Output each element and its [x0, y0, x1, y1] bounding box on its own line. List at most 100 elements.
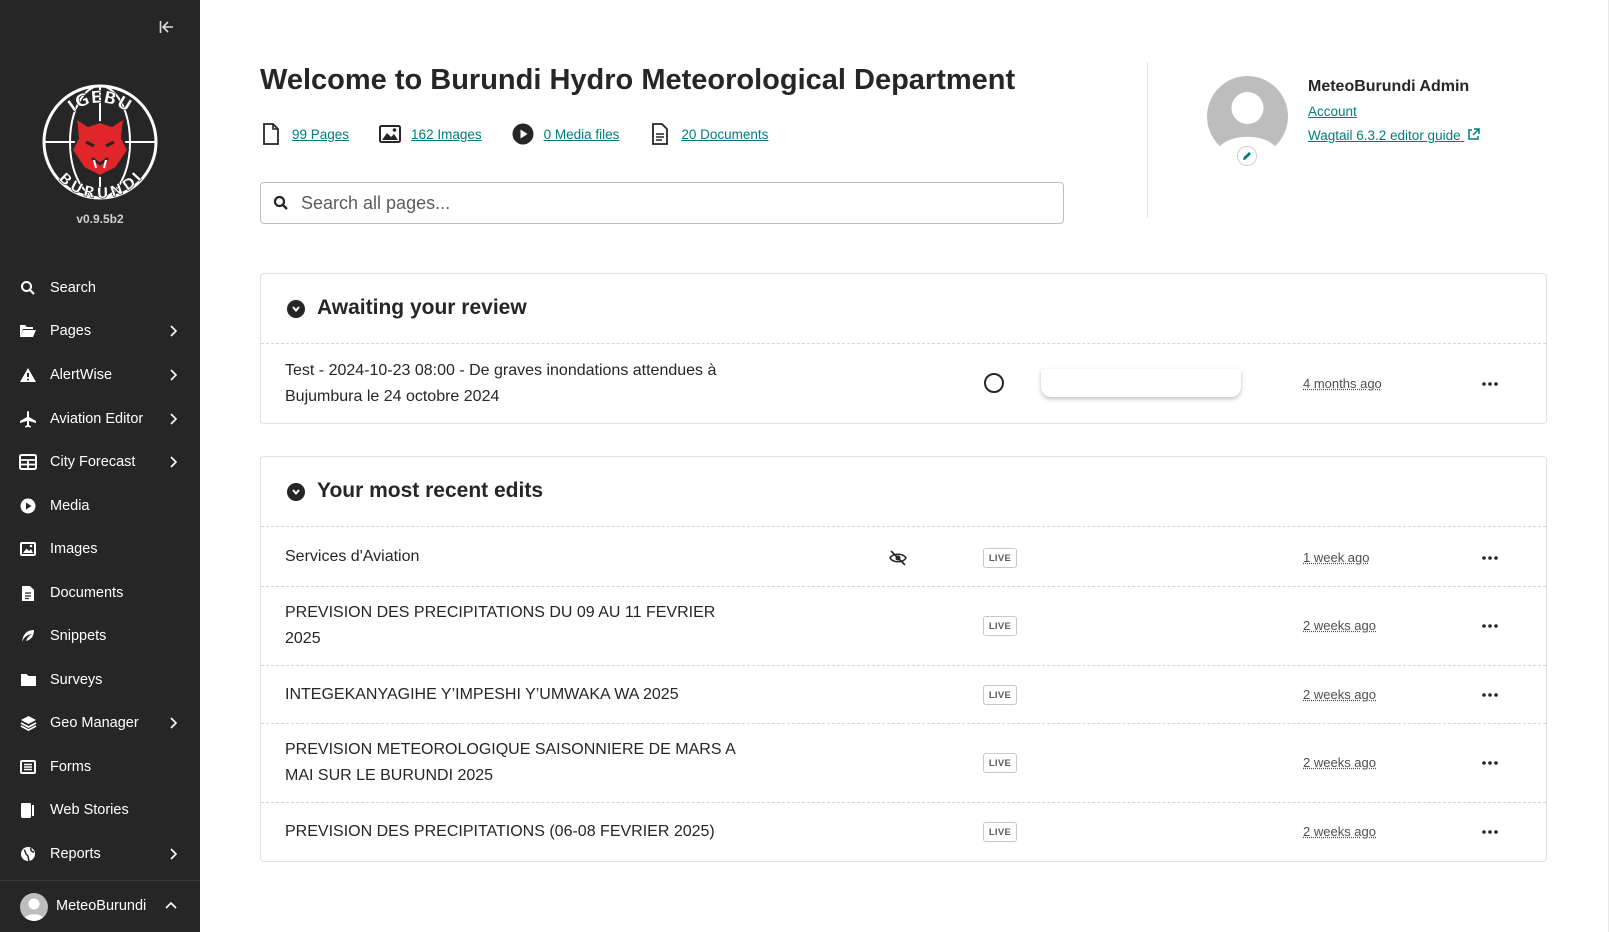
- more-actions-icon[interactable]: [1477, 822, 1503, 842]
- version-label: v0.9.5b2: [76, 212, 124, 226]
- timestamp: 2 weeks ago: [1303, 824, 1376, 839]
- status-badge: LIVE: [983, 685, 1017, 705]
- timestamp: 1 week ago: [1303, 550, 1370, 565]
- sidebar-item-surveys[interactable]: Surveys: [0, 660, 200, 700]
- sidebar-item-pages[interactable]: Pages: [0, 311, 200, 351]
- sidebar-item-media[interactable]: Media: [0, 486, 200, 526]
- more-actions-icon[interactable]: [1477, 616, 1503, 636]
- sidebar-item-label: Web Stories: [50, 802, 129, 818]
- sidebar-item-label: Surveys: [50, 672, 103, 688]
- awaiting-review-panel: Awaiting your review Test - 2024-10-23 0…: [260, 273, 1547, 424]
- avatar: [20, 893, 48, 921]
- sidebar-item-snippets[interactable]: Snippets: [0, 616, 200, 656]
- sidebar-item-label: AlertWise: [50, 367, 113, 383]
- summary-media: 0 Media files: [512, 122, 620, 146]
- sidebar-item-label: Snippets: [50, 628, 107, 644]
- timestamp: 4 months ago: [1303, 376, 1382, 391]
- sidebar-item-alertwise[interactable]: AlertWise: [0, 355, 200, 395]
- recent-edits-panel: Your most recent edits Services d'Aviati…: [260, 456, 1547, 862]
- sidebar: IGEBU BURUNDI v0.9.5b2 Search Pages Aler…: [0, 0, 200, 932]
- chevron-right-icon: [170, 456, 178, 468]
- sidebar-item-label: Search: [50, 280, 96, 296]
- layers-icon: [19, 714, 37, 732]
- table-row: INTEGEKANYAGIHE Y’IMPESHI Y’UMWAKA WA 20…: [261, 666, 1546, 724]
- more-actions-icon[interactable]: [1477, 374, 1503, 394]
- pages-count-link[interactable]: 99 Pages: [292, 127, 349, 142]
- table-icon: [19, 453, 37, 471]
- sidebar-item-documents[interactable]: Documents: [0, 573, 200, 613]
- svg-text:IGEBU: IGEBU: [64, 88, 135, 117]
- search-icon: [261, 195, 301, 211]
- avatar: [1207, 76, 1288, 157]
- image-icon: [379, 122, 402, 146]
- search-input[interactable]: [301, 192, 1041, 214]
- account-menu[interactable]: MeteoBurundi: [0, 880, 200, 932]
- edit-item-title[interactable]: PREVISION DES PRECIPITATIONS (06-08 FEVR…: [285, 819, 885, 845]
- svg-text:BURUNDI: BURUNDI: [55, 169, 145, 203]
- timestamp: 2 weeks ago: [1303, 618, 1376, 633]
- sidebar-item-label: Geo Manager: [50, 715, 139, 731]
- private-eye-slash-icon: [889, 550, 907, 566]
- sidebar-item-label: Images: [50, 541, 98, 557]
- workflow-status-icon: [984, 373, 1004, 393]
- summary-images: 162 Images: [379, 122, 482, 146]
- sidebar-item-city-forecast[interactable]: City Forecast: [0, 442, 200, 482]
- sidebar-item-geo-manager[interactable]: Geo Manager: [0, 703, 200, 743]
- edit-item-title[interactable]: INTEGEKANYAGIHE Y’IMPESHI Y’UMWAKA WA 20…: [285, 682, 885, 708]
- table-row: PREVISION DES PRECIPITATIONS DU 09 AU 11…: [261, 587, 1546, 666]
- folder-icon: [19, 671, 37, 689]
- warning-icon: [19, 366, 37, 384]
- page-title: Welcome to Burundi Hydro Meteorological …: [260, 64, 1016, 96]
- more-actions-icon[interactable]: [1477, 685, 1503, 705]
- igebu-logo[interactable]: IGEBU BURUNDI: [38, 80, 162, 204]
- sidebar-item-search[interactable]: Search: [0, 268, 200, 308]
- external-link-icon: [1468, 128, 1481, 140]
- chevron-up-icon: [165, 901, 177, 909]
- sidebar-item-label: Media: [50, 498, 90, 514]
- main-content: Welcome to Burundi Hydro Meteorological …: [200, 0, 1609, 932]
- edit-item-title[interactable]: Services d'Aviation: [285, 544, 745, 570]
- account-link[interactable]: Account: [1308, 104, 1357, 119]
- table-row: PREVISION DES PRECIPITATIONS (06-08 FEVR…: [261, 803, 1546, 861]
- media-icon: [512, 122, 534, 146]
- sidebar-item-web-stories[interactable]: Web Stories: [0, 790, 200, 830]
- images-count-link[interactable]: 162 Images: [411, 127, 482, 142]
- edit-avatar-icon[interactable]: [1237, 146, 1257, 166]
- sidebar-item-forms[interactable]: Forms: [0, 747, 200, 787]
- snippet-icon: [19, 627, 37, 645]
- table-row: Test - 2024-10-23 08:00 - De graves inon…: [261, 345, 1546, 424]
- sidebar-item-label: Forms: [50, 759, 92, 775]
- edit-item-title[interactable]: PREVISION METEOROLOGIQUE SAISONNIERE DE …: [285, 737, 745, 789]
- collapse-toggle-icon[interactable]: [287, 483, 305, 501]
- sidebar-item-images[interactable]: Images: [0, 529, 200, 569]
- timestamp: 2 weeks ago: [1303, 755, 1376, 770]
- timestamp: 2 weeks ago: [1303, 687, 1376, 702]
- chevron-right-icon: [170, 325, 178, 337]
- panel-header: Your most recent edits: [261, 457, 1546, 527]
- edit-item-title[interactable]: PREVISION DES PRECIPITATIONS DU 09 AU 11…: [285, 600, 745, 652]
- sidebar-item-label: Pages: [50, 323, 92, 339]
- more-actions-icon[interactable]: [1477, 548, 1503, 568]
- sidebar-item-label: Aviation Editor: [50, 411, 144, 427]
- more-actions-icon[interactable]: [1477, 753, 1503, 773]
- document-icon: [649, 122, 671, 146]
- sidebar-item-label: Reports: [50, 846, 101, 862]
- panel-title: Awaiting your review: [317, 296, 527, 319]
- search-icon: [19, 279, 37, 297]
- table-row: PREVISION METEOROLOGIQUE SAISONNIERE DE …: [261, 724, 1546, 803]
- media-count-link[interactable]: 0 Media files: [544, 127, 620, 142]
- documents-count-link[interactable]: 20 Documents: [681, 127, 768, 142]
- stories-icon: [19, 801, 37, 819]
- sidebar-item-reports[interactable]: Reports: [0, 834, 200, 874]
- document-icon: [19, 584, 37, 602]
- sidebar-item-label: Documents: [50, 585, 124, 601]
- sidebar-item-aviation-editor[interactable]: Aviation Editor: [0, 399, 200, 439]
- play-icon: [19, 497, 37, 515]
- user-name: MeteoBurundi Admin: [1308, 78, 1470, 95]
- page-search: [260, 182, 1064, 224]
- editor-guide-link[interactable]: Wagtail 6.3.2 editor guide: [1308, 128, 1481, 143]
- chevron-right-icon: [170, 369, 178, 381]
- review-item-title[interactable]: Test - 2024-10-23 08:00 - De graves inon…: [285, 358, 745, 410]
- collapse-sidebar-icon[interactable]: [156, 16, 178, 38]
- collapse-toggle-icon[interactable]: [287, 300, 305, 318]
